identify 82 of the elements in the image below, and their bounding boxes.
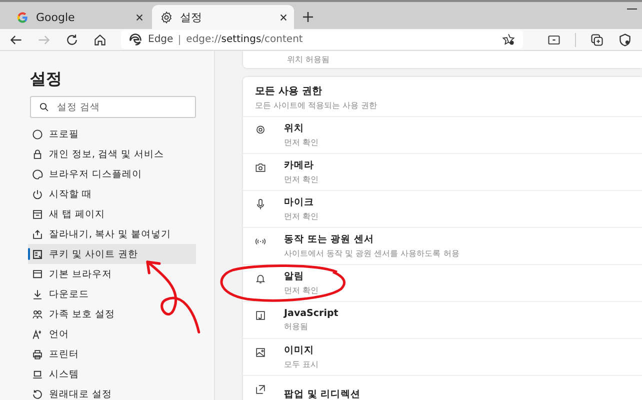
sidebar-item[interactable]: 시스템 [28, 364, 196, 384]
sidebar-item[interactable]: 쿠키 및 사이트 권한 [28, 244, 196, 264]
permission-title: 위치 [284, 122, 305, 135]
shield-icon[interactable] [618, 32, 632, 46]
permission-row[interactable]: JavaScript 허용됨 [243, 302, 642, 339]
search-field[interactable]: 설정 검색 [30, 96, 196, 118]
sidebar-item[interactable]: 프린터 [28, 344, 196, 364]
screen-icon[interactable] [547, 32, 561, 46]
permission-status: 먼저 확인 [284, 211, 319, 222]
permission-row[interactable]: 동작 또는 광원 센서 사이트에서 동작 및 광원 센서를 사용하도록 허용 [243, 228, 642, 265]
sidebar-item[interactable]: 새 탭 페이지 [28, 204, 196, 224]
gear-icon [160, 10, 173, 24]
sidebar-item[interactable]: 가족 보호 설정 [28, 304, 196, 324]
camera-icon [255, 162, 266, 173]
download-icon [32, 288, 43, 300]
sidebar-item[interactable]: 기본 브라우저 [28, 264, 196, 284]
permission-row[interactable]: 위치 먼저 확인 [243, 117, 642, 154]
sidebar-item[interactable]: 잘라내기, 복사 및 붙여넣기 [28, 224, 196, 244]
permission-status: 사이트에서 동작 및 광원 센서를 사용하도록 허용 [284, 248, 460, 259]
sidebar-item[interactable]: 시작할 때 [28, 184, 196, 204]
back-icon[interactable] [9, 32, 23, 46]
permission-row[interactable]: 마이크 먼저 확인 [243, 191, 642, 228]
tab-title: 설정 [180, 10, 203, 24]
permission-title: 알림 [284, 270, 305, 283]
sidebar-item[interactable]: 언어 [28, 324, 196, 344]
browser-tab[interactable]: Google [8, 5, 150, 29]
home-icon[interactable] [93, 32, 107, 46]
sidebar-item[interactable]: 프로필 [28, 124, 196, 144]
url-text: edge://settings/content [186, 34, 303, 45]
laptop-icon [32, 368, 43, 380]
browser-tab[interactable]: 설정 [152, 5, 294, 29]
popup-icon [255, 384, 266, 395]
sidebar-item[interactable]: 다운로드 [28, 284, 196, 304]
permission-status: 모두 표시 [284, 359, 319, 370]
close-icon[interactable] [279, 12, 288, 22]
permission-title: 카메라 [284, 159, 315, 172]
permission-row[interactable]: 알림 먼저 확인 [243, 265, 642, 302]
tab-title: Google [36, 10, 76, 24]
permission-title: 팝업 및 리디렉션 [284, 388, 361, 400]
newtab-icon [32, 208, 43, 220]
permission-row[interactable]: 팝업 및 리디렉션 [243, 376, 642, 400]
refresh-icon[interactable] [65, 32, 79, 46]
permission-status: 먼저 확인 [284, 137, 319, 148]
section-title: 모든 사용 권한 [255, 85, 323, 98]
sidebar-item[interactable]: 개인 정보, 검색 및 서비스 [28, 144, 196, 164]
sensor-icon [255, 236, 266, 247]
favorite-star-icon[interactable] [502, 33, 515, 46]
location-icon [255, 125, 266, 136]
search-icon [39, 102, 49, 112]
bell-icon [255, 273, 266, 284]
new-tab-icon[interactable] [302, 11, 314, 23]
power-icon [32, 188, 43, 200]
permission-title: JavaScript [284, 308, 338, 319]
permission-status: 허용됨 [284, 321, 309, 332]
sidebar-item[interactable]: 원래대로 설정 [28, 384, 196, 400]
permission-status: 먼저 확인 [284, 174, 319, 185]
close-icon[interactable] [135, 12, 144, 22]
section-subtitle: 모든 사이트에 적용되는 사용 권한 [255, 100, 378, 111]
family-icon [32, 308, 43, 320]
site-label: Edge [148, 34, 174, 45]
g-logo-icon [16, 10, 29, 24]
status-text: 위치 허용됨 [287, 54, 330, 65]
share-icon [32, 228, 43, 240]
printer-icon [32, 348, 43, 360]
image-icon [255, 347, 266, 358]
profile-icon [32, 128, 43, 140]
permission-row[interactable]: 이미지 모두 표시 [243, 339, 642, 376]
settings-heading: 설정 [30, 69, 63, 90]
mic-icon [255, 199, 266, 210]
permission-title: 동작 또는 광원 센서 [284, 233, 375, 246]
permission-status: 먼저 확인 [284, 285, 319, 296]
address-bar[interactable]: Edge edge://settings/content [121, 30, 523, 49]
permission-row[interactable]: 카메라 먼저 확인 [243, 154, 642, 191]
lock-icon [32, 148, 43, 160]
script-icon [255, 310, 266, 321]
permission-title: 이미지 [284, 344, 315, 357]
permission-title: 마이크 [284, 196, 315, 209]
browser-icon [32, 268, 43, 280]
language-icon [32, 328, 43, 340]
sidebar-item[interactable]: 브라우저 디스플레이 [28, 164, 196, 184]
reset-icon [32, 388, 43, 400]
collections-icon[interactable] [590, 32, 604, 46]
